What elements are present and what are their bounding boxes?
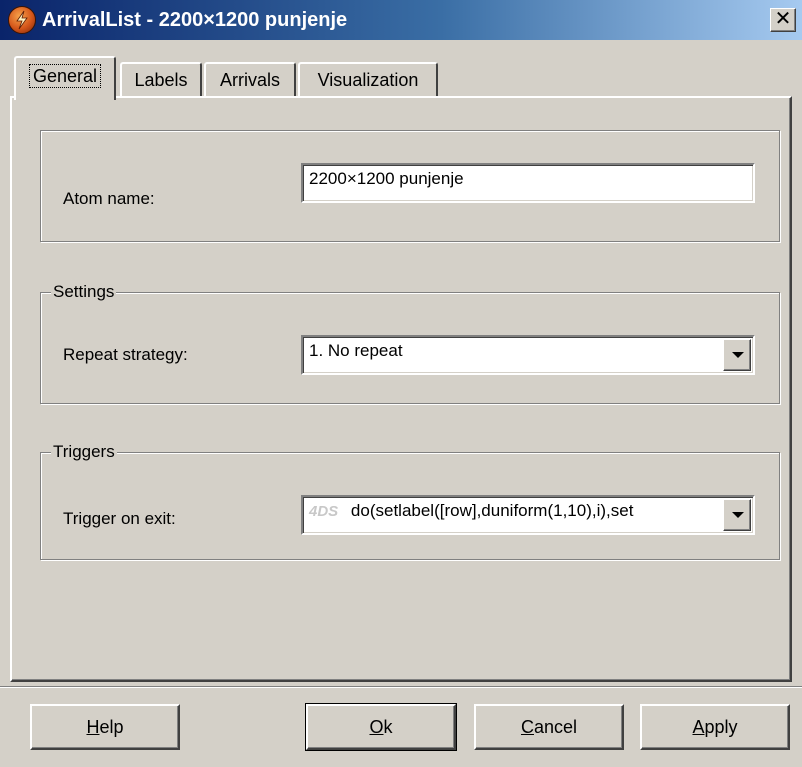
apply-mnemonic: A (692, 717, 705, 737)
triggers-group: Triggers Trigger on exit: 4DS do(setlabe… (40, 440, 780, 560)
tab-general[interactable]: General (14, 56, 116, 100)
atom-name-label: Atom name: (63, 189, 155, 208)
tab-labels-label: Labels (134, 70, 188, 90)
bottom-separator (0, 686, 802, 688)
atom-name-group: Atom name: 2200×1200 punjenje (40, 130, 780, 242)
app-icon (8, 6, 36, 34)
atom-name-value: 2200×1200 punjenje (309, 169, 464, 188)
triggers-legend: Triggers (51, 440, 117, 464)
general-tab-panel: Atom name: 2200×1200 punjenje Settings R… (10, 96, 792, 682)
repeat-strategy-label: Repeat strategy: (63, 345, 188, 364)
trigger-on-exit-select[interactable]: 4DS do(setlabel([row],duniform(1,10),i),… (301, 495, 755, 535)
cancel-mnemonic: C (520, 717, 534, 737)
tab-arrivals-label: Arrivals (219, 70, 280, 90)
cancel-label-rest: ancel (533, 717, 578, 737)
atom-name-input[interactable]: 2200×1200 punjenje (301, 163, 755, 203)
chevron-down-icon[interactable] (723, 339, 751, 371)
help-label-rest: elp (99, 717, 124, 737)
cancel-button[interactable]: Cancel (474, 704, 624, 750)
tab-general-label: General (28, 64, 102, 88)
help-mnemonic: H (86, 717, 100, 737)
repeat-strategy-value: 1. No repeat (309, 341, 403, 360)
ok-mnemonic: O (369, 717, 384, 737)
close-icon: ✕ (774, 8, 792, 30)
tab-arrivals[interactable]: Arrivals (204, 62, 296, 98)
trigger-on-exit-value: do(setlabel([row],duniform(1,10),i),set (350, 501, 634, 520)
ok-button[interactable]: Ok (305, 703, 457, 751)
chevron-down-icon[interactable] (723, 499, 751, 531)
tab-labels[interactable]: Labels (120, 62, 202, 98)
arrival-list-dialog: ArrivalList - 2200×1200 punjenje ✕ Gener… (0, 0, 802, 767)
help-button[interactable]: Help (30, 704, 180, 750)
apply-label-rest: pply (704, 717, 738, 737)
fds-code-badge: 4DS (309, 503, 339, 520)
ok-label-rest: k (383, 717, 393, 737)
window-title: ArrivalList - 2200×1200 punjenje (42, 9, 348, 31)
close-button[interactable]: ✕ (770, 8, 796, 32)
trigger-on-exit-label: Trigger on exit: (63, 509, 176, 528)
apply-button[interactable]: Apply (640, 704, 790, 750)
tab-visualization[interactable]: Visualization (298, 62, 438, 98)
repeat-strategy-select[interactable]: 1. No repeat (301, 335, 755, 375)
settings-group: Settings Repeat strategy: 1. No repeat (40, 280, 780, 404)
tab-visualization-label: Visualization (317, 70, 419, 90)
settings-legend: Settings (51, 280, 117, 304)
title-bar[interactable]: ArrivalList - 2200×1200 punjenje ✕ (0, 0, 802, 40)
